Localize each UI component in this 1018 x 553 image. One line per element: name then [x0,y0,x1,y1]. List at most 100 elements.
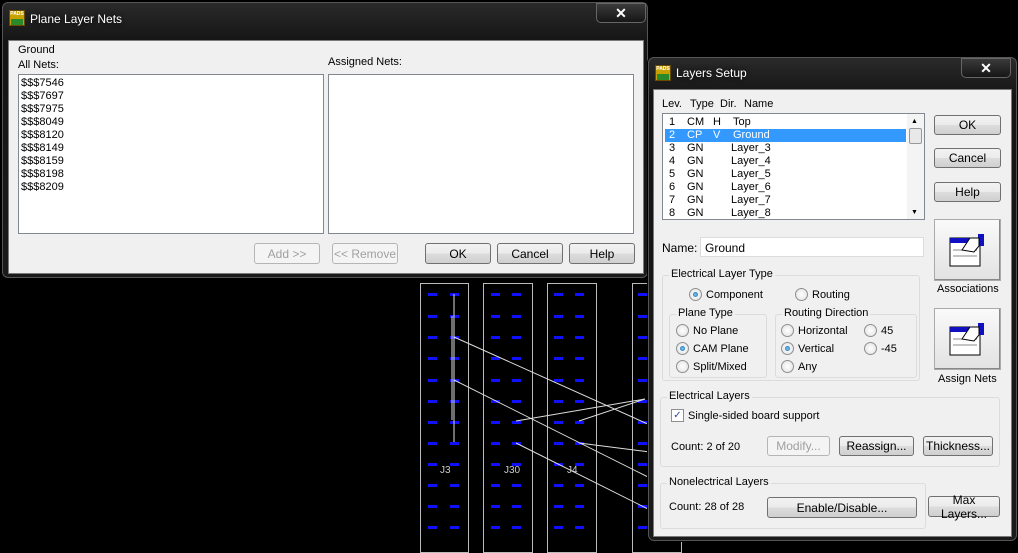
net-list-item[interactable]: $$$7975 [21,103,64,115]
enable-disable-button[interactable]: Enable/Disable... [767,497,917,518]
radio-icon [676,342,689,355]
net-list-item[interactable]: $$$8149 [21,142,64,154]
net-list-item[interactable]: $$$8049 [21,116,64,128]
assign-nets-label: Assign Nets [938,373,997,385]
ok-button[interactable]: OK [425,243,491,264]
add-button[interactable]: Add >> [254,243,320,264]
cam-plane-radio[interactable]: CAM Plane [676,342,749,355]
radio-icon [781,360,794,373]
layer-type: CM [687,116,705,128]
pads-app-icon: PADS [655,65,671,81]
split-mixed-radio[interactable]: Split/Mixed [676,360,747,373]
layer-name: Layer_7 [731,194,771,206]
layer-row[interactable]: 1 CM H Top [665,116,906,129]
col-type: Type [690,98,714,110]
layer-name: Layer_4 [731,155,771,167]
net-list-item[interactable]: $$$8209 [21,181,64,193]
layer-name: Layer_3 [731,142,771,154]
assigned-nets-label: Assigned Nets: [328,56,402,68]
checkbox-label: Single-sided board support [688,409,820,422]
layers-list[interactable]: ▲ ▼ 1 CM H Top 2 CP V Ground 3 GN Layer_3 4 GN Layer_… [662,113,925,220]
layer-type: GN [687,142,704,154]
radio-label: Vertical [798,342,835,355]
horizontal-radio[interactable]: Horizontal [781,324,848,337]
close-button[interactable]: ✕ [961,58,1011,78]
net-list-item[interactable]: $$$7697 [21,90,64,102]
plane-type-group: Plane Type No Plane CAM Plane Split/Mixe… [669,307,767,378]
cancel-button[interactable]: Cancel [497,243,563,264]
layer-row[interactable]: 5 GN Layer_5 [665,168,906,181]
net-list-item[interactable]: $$$8120 [21,129,64,141]
radio-icon [864,342,877,355]
nonelectrical-layers-group: Nonelectrical Layers Count: 28 of 28 Ena… [660,476,926,529]
scrollbar[interactable]: ▲ ▼ [907,114,924,219]
scroll-up-icon[interactable]: ▲ [911,118,918,125]
no-plane-radio[interactable]: No Plane [676,324,738,337]
layer-name: Ground [733,129,770,141]
all-nets-list[interactable]: $$$7546 $$$7697 $$$7975 $$$8049 $$$8120 $$$81… [18,74,324,234]
radio-icon [676,324,689,337]
thickness-button[interactable]: Thickness... [923,436,993,456]
component-radio[interactable]: Component [689,288,763,301]
radio-label: CAM Plane [693,342,749,355]
minus-45-radio[interactable]: -45 [864,342,897,355]
associations-label: Associations [937,283,999,295]
layer-name: Layer_6 [731,181,771,193]
dialog-title: Layers Setup [676,66,747,80]
col-lev: Lev. [662,98,682,110]
reassign-button[interactable]: Reassign... [839,436,914,456]
layer-dir: V [713,129,721,141]
associations-button[interactable] [934,219,1001,281]
layer-lev: 8 [669,207,676,219]
layer-row[interactable]: 8 GN Layer_8 [665,207,906,220]
close-button[interactable]: ✕ [596,3,646,23]
scroll-thumb[interactable] [909,128,922,144]
net-list-item[interactable]: $$$8159 [21,155,64,167]
net-list-item[interactable]: $$$7546 [21,77,64,89]
layer-row[interactable]: 4 GN Layer_4 [665,155,906,168]
help-button[interactable]: Help [934,182,1001,202]
cancel-button[interactable]: Cancel [934,148,1001,168]
group-title: Plane Type [676,307,735,319]
radio-icon [781,324,794,337]
layer-type: GN [687,168,704,180]
layer-name-input[interactable]: Ground [700,237,924,257]
any-radio[interactable]: Any [781,360,817,373]
assigned-nets-list[interactable] [328,74,634,234]
radio-label: Split/Mixed [693,360,747,373]
max-layers-button[interactable]: Max Layers... [928,493,1000,521]
radio-icon [864,324,877,337]
dialog-body: Ground All Nets: Assigned Nets: $$$7546 $… [8,40,644,274]
radio-label: No Plane [693,324,739,337]
remove-button[interactable]: << Remove [332,243,398,264]
vertical-radio[interactable]: Vertical [781,342,834,355]
radio-label: Horizontal [798,324,848,337]
single-sided-checkbox[interactable]: ✓ Single-sided board support [671,409,819,422]
layer-row[interactable]: 6 GN Layer_6 [665,181,906,194]
ok-button[interactable]: OK [934,115,1001,135]
layer-type: GN [687,181,704,193]
nonelectrical-count: Count: 28 of 28 [669,501,745,513]
radio-icon [689,288,702,301]
layer-name: Layer_5 [731,168,771,180]
layer-lev: 2 [669,129,676,141]
layer-row[interactable]: 2 CP V Ground [665,129,906,142]
45-radio[interactable]: 45 [864,324,893,337]
col-dir: Dir. [720,98,737,110]
hand-pointing-document-icon [949,234,984,267]
routing-direction-group: Routing Direction Horizontal Vertical An… [775,307,917,378]
scroll-down-icon[interactable]: ▼ [911,209,918,216]
layer-row[interactable]: 3 GN Layer_3 [665,142,906,155]
layer-type: GN [687,155,704,167]
modify-button[interactable]: Modify... [767,436,830,456]
layer-lev: 4 [669,155,676,167]
dialog-body: Lev. Type Dir. Name ▲ ▼ 1 CM H Top 2 CP V Groun… [653,89,1012,537]
pads-app-icon: PADS [9,10,25,26]
col-name: Name [744,98,774,110]
layer-row[interactable]: 7 GN Layer_7 [665,194,906,207]
layer-name: Layer_8 [731,207,771,219]
routing-radio[interactable]: Routing [795,288,850,301]
assign-nets-button[interactable] [934,308,1001,370]
help-button[interactable]: Help [569,243,635,264]
net-list-item[interactable]: $$$8198 [21,168,64,180]
